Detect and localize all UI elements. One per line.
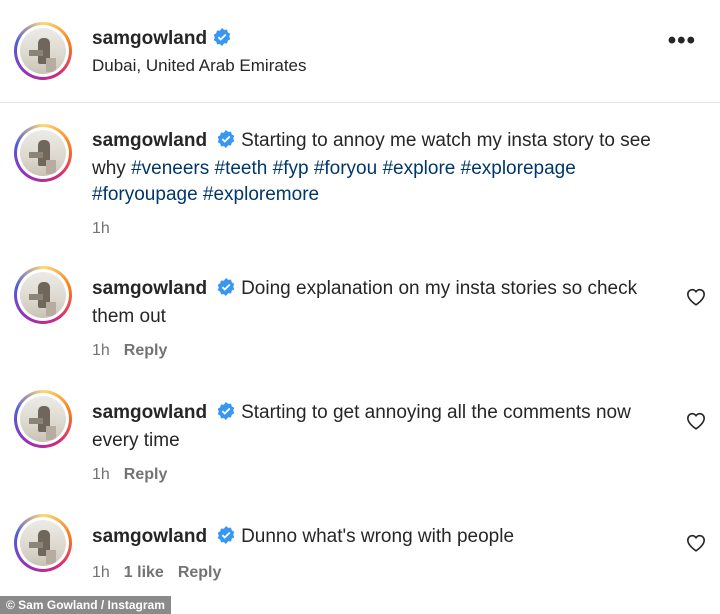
photo-credit: © Sam Gowland / Instagram [0, 596, 171, 614]
username[interactable]: samgowland [92, 28, 207, 49]
comment-meta: 1h Reply [92, 342, 181, 360]
reply-button[interactable]: Reply [124, 466, 168, 483]
heart-icon[interactable] [686, 534, 706, 557]
verified-badge-icon [213, 28, 231, 51]
verified-badge-icon [217, 278, 235, 304]
comment-text-block: samgowland Starting to get annoying all t… [92, 400, 682, 454]
avatar[interactable] [14, 266, 72, 324]
heart-icon[interactable] [686, 288, 706, 311]
reply-button[interactable]: Reply [178, 564, 222, 581]
avatar[interactable] [14, 22, 72, 80]
avatar[interactable] [14, 124, 72, 182]
caption-meta: 1h [92, 220, 124, 238]
caption-text-block: samgowland Starting to annoy me watch my … [92, 128, 682, 208]
timestamp: 1h [92, 342, 110, 359]
username[interactable]: samgowland [92, 130, 207, 151]
caption-hashtags[interactable]: #veneers #teeth #fyp #foryou #explore #e… [92, 158, 576, 205]
verified-badge-icon [217, 130, 235, 156]
avatar[interactable] [14, 390, 72, 448]
post-header: samgowland Dubai, United Arab Emirates •… [0, 0, 720, 103]
timestamp: 1h [92, 220, 110, 237]
location[interactable]: Dubai, United Arab Emirates [92, 56, 307, 76]
header-username-row: samgowland [92, 28, 231, 51]
comment-meta: 1h Reply [92, 466, 181, 484]
comment-text-block: samgowland Doing explanation on my insta … [92, 276, 682, 330]
likes-count[interactable]: 1 like [124, 564, 164, 581]
avatar[interactable] [14, 514, 72, 572]
username[interactable]: samgowland [92, 526, 207, 547]
reply-button[interactable]: Reply [124, 342, 168, 359]
timestamp: 1h [92, 466, 110, 483]
comment-text: Dunno what's wrong with people [241, 526, 515, 547]
verified-badge-icon [217, 526, 235, 552]
username[interactable]: samgowland [92, 402, 207, 423]
comment-meta: 1h 1 like Reply [92, 564, 235, 582]
username[interactable]: samgowland [92, 278, 207, 299]
heart-icon[interactable] [686, 412, 706, 435]
comment-text-block: samgowland Dunno what's wrong with people [92, 524, 682, 552]
more-horizontal-icon[interactable]: ••• [668, 29, 696, 53]
timestamp: 1h [92, 564, 110, 581]
verified-badge-icon [217, 402, 235, 428]
